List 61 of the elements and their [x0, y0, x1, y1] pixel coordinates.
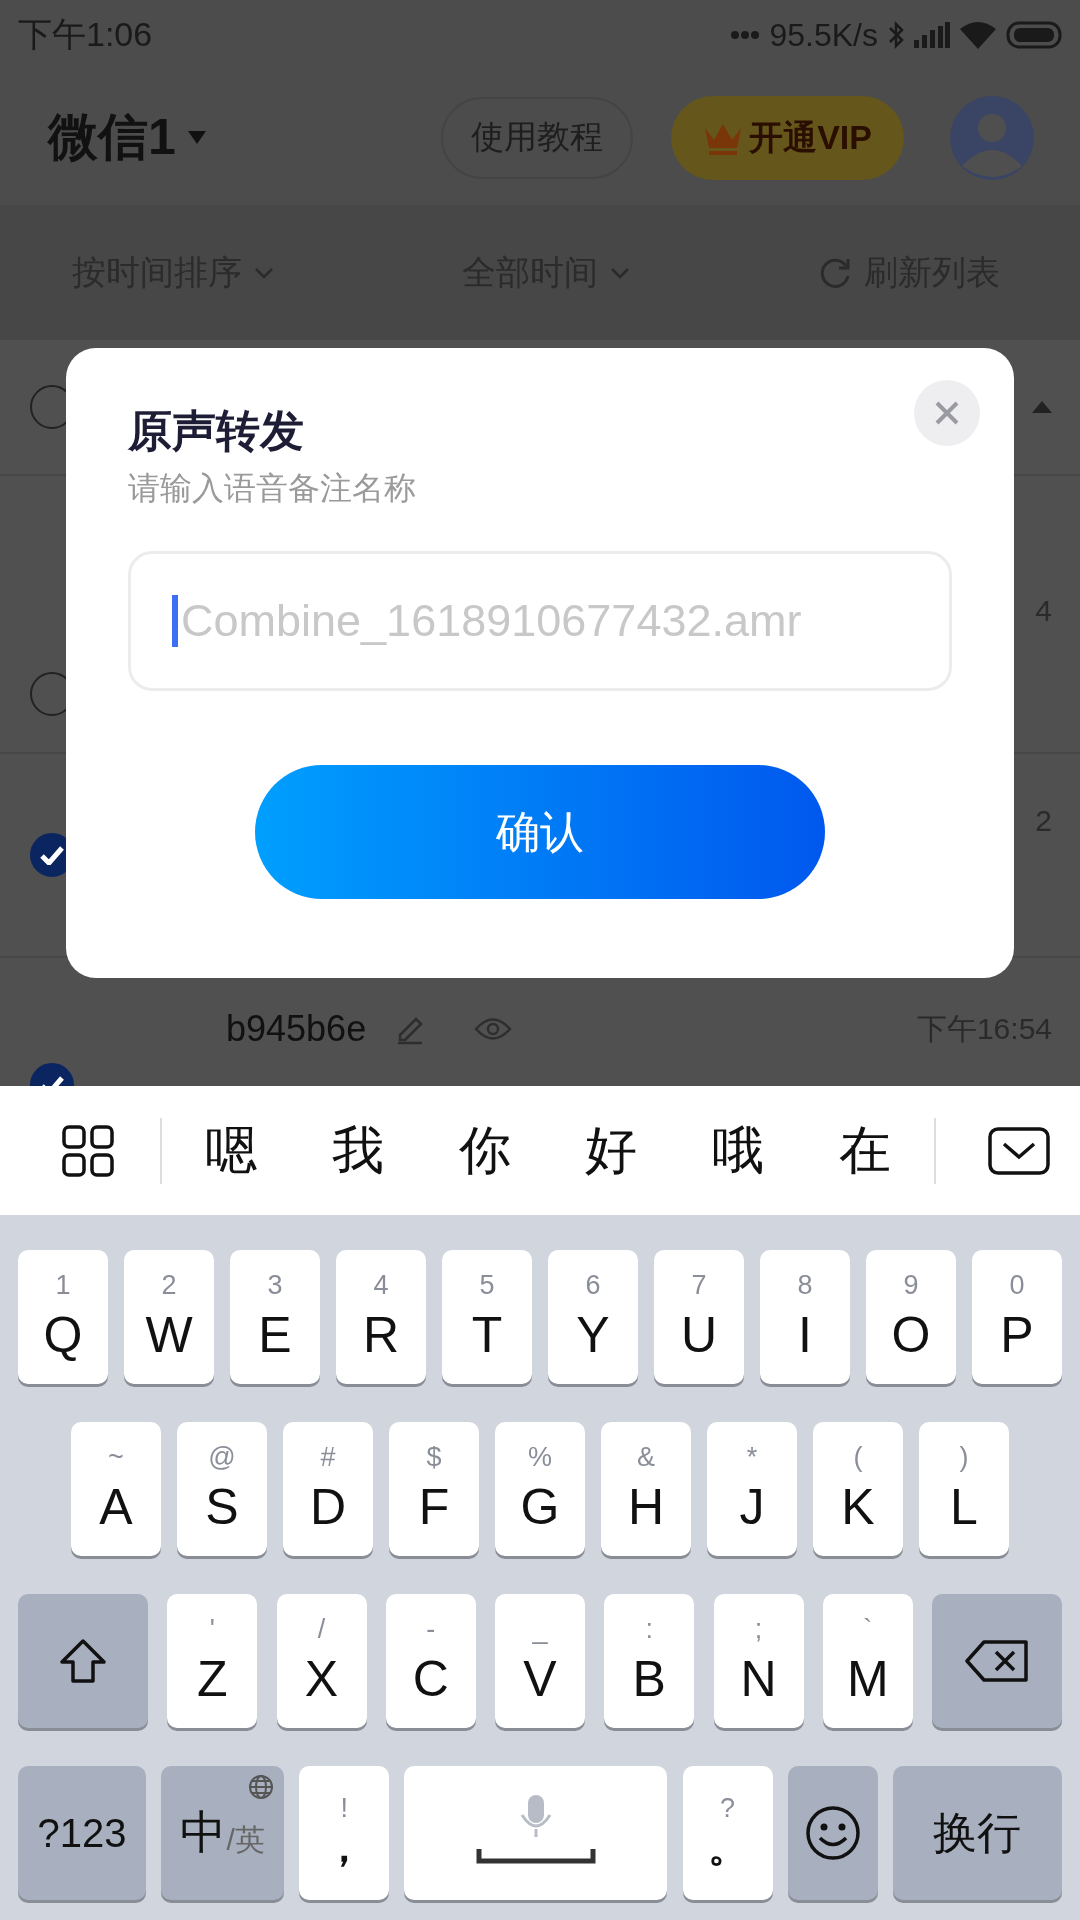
keyboard-key[interactable]: $ F [389, 1422, 479, 1556]
space-key[interactable] [404, 1766, 668, 1900]
candidate-word[interactable]: 我 [332, 1115, 384, 1186]
candidate-word[interactable]: 嗯 [205, 1115, 258, 1186]
keyboard-key[interactable]: 4 R [336, 1250, 426, 1384]
keyboard-key[interactable]: 0 P [972, 1250, 1062, 1384]
battery-icon [1006, 21, 1062, 49]
keyboard-key[interactable]: / X [276, 1594, 367, 1728]
keyboard-key[interactable]: 5 T [442, 1250, 532, 1384]
candidate-word[interactable]: 哦 [711, 1115, 764, 1186]
keyboard-key[interactable]: # D [283, 1422, 373, 1556]
keyboard-key[interactable]: 2 W [124, 1250, 214, 1384]
recording-name: b945b6e [226, 1008, 367, 1050]
keyboard-key[interactable]: % G [495, 1422, 585, 1556]
backspace-key[interactable] [932, 1594, 1062, 1728]
keyboard-key[interactable]: @ S [177, 1422, 267, 1556]
backspace-icon [964, 1639, 1030, 1683]
punctuation-key[interactable]: ? 。 [682, 1766, 773, 1900]
text-cursor [172, 595, 178, 647]
keyboard-key[interactable]: ( K [813, 1422, 903, 1556]
language-key[interactable]: 中/英 [161, 1766, 285, 1900]
shift-arrow-icon [58, 1638, 108, 1684]
candidate-word[interactable]: 在 [838, 1115, 891, 1186]
keyboard-key[interactable]: ` M [822, 1594, 913, 1728]
globe-icon [248, 1774, 275, 1800]
enter-key[interactable]: 换行 [892, 1766, 1062, 1900]
candidate-word[interactable]: 你 [458, 1115, 511, 1186]
wifi-icon [960, 21, 996, 49]
candidate-word[interactable]: 好 [585, 1115, 638, 1186]
keyboard-key[interactable]: * J [707, 1422, 797, 1556]
punctuation-key[interactable]: ! ， [299, 1766, 390, 1900]
symbols-key[interactable]: ?123 [18, 1766, 146, 1900]
keyboard-key[interactable]: 8 I [760, 1250, 850, 1384]
emoji-key[interactable] [787, 1766, 878, 1900]
keyboard-key[interactable]: ' Z [167, 1594, 258, 1728]
shift-key[interactable] [18, 1594, 148, 1728]
keyboard-key[interactable]: ~ A [71, 1422, 161, 1556]
chevron-down-icon [254, 266, 274, 279]
keyboard-key[interactable]: _ V [495, 1594, 585, 1728]
collapse-keyboard-icon[interactable] [988, 1126, 1050, 1175]
keyboard-key[interactable]: 7 U [654, 1250, 744, 1384]
keyboard-key[interactable]: 1 Q [18, 1250, 108, 1384]
keyboard-key[interactable]: 9 O [866, 1250, 956, 1384]
close-icon [934, 400, 960, 426]
keyboard-key[interactable]: 6 Y [548, 1250, 638, 1384]
dialog-subtitle: 请输入语音备注名称 [128, 469, 416, 508]
dialog-title: 原声转发 [128, 405, 304, 457]
signal-icon [914, 22, 950, 48]
grid-menu-icon[interactable] [62, 1124, 114, 1177]
keyboard-key[interactable]: 3 E [230, 1250, 320, 1384]
keyboard-key[interactable]: : B [604, 1594, 695, 1728]
checkmark-icon [40, 845, 64, 865]
smiley-icon [804, 1805, 861, 1861]
keyboard-key[interactable]: ) L [919, 1422, 1009, 1556]
more-icon [731, 30, 760, 40]
keyboard-key[interactable]: & H [601, 1422, 691, 1556]
chevron-down-icon [610, 266, 630, 279]
keyboard-key[interactable]: - C [385, 1594, 476, 1728]
keyboard-key[interactable]: ; N [713, 1594, 804, 1728]
confirm-button[interactable]: 确认 [255, 765, 825, 899]
bluetooth-icon [888, 20, 904, 50]
